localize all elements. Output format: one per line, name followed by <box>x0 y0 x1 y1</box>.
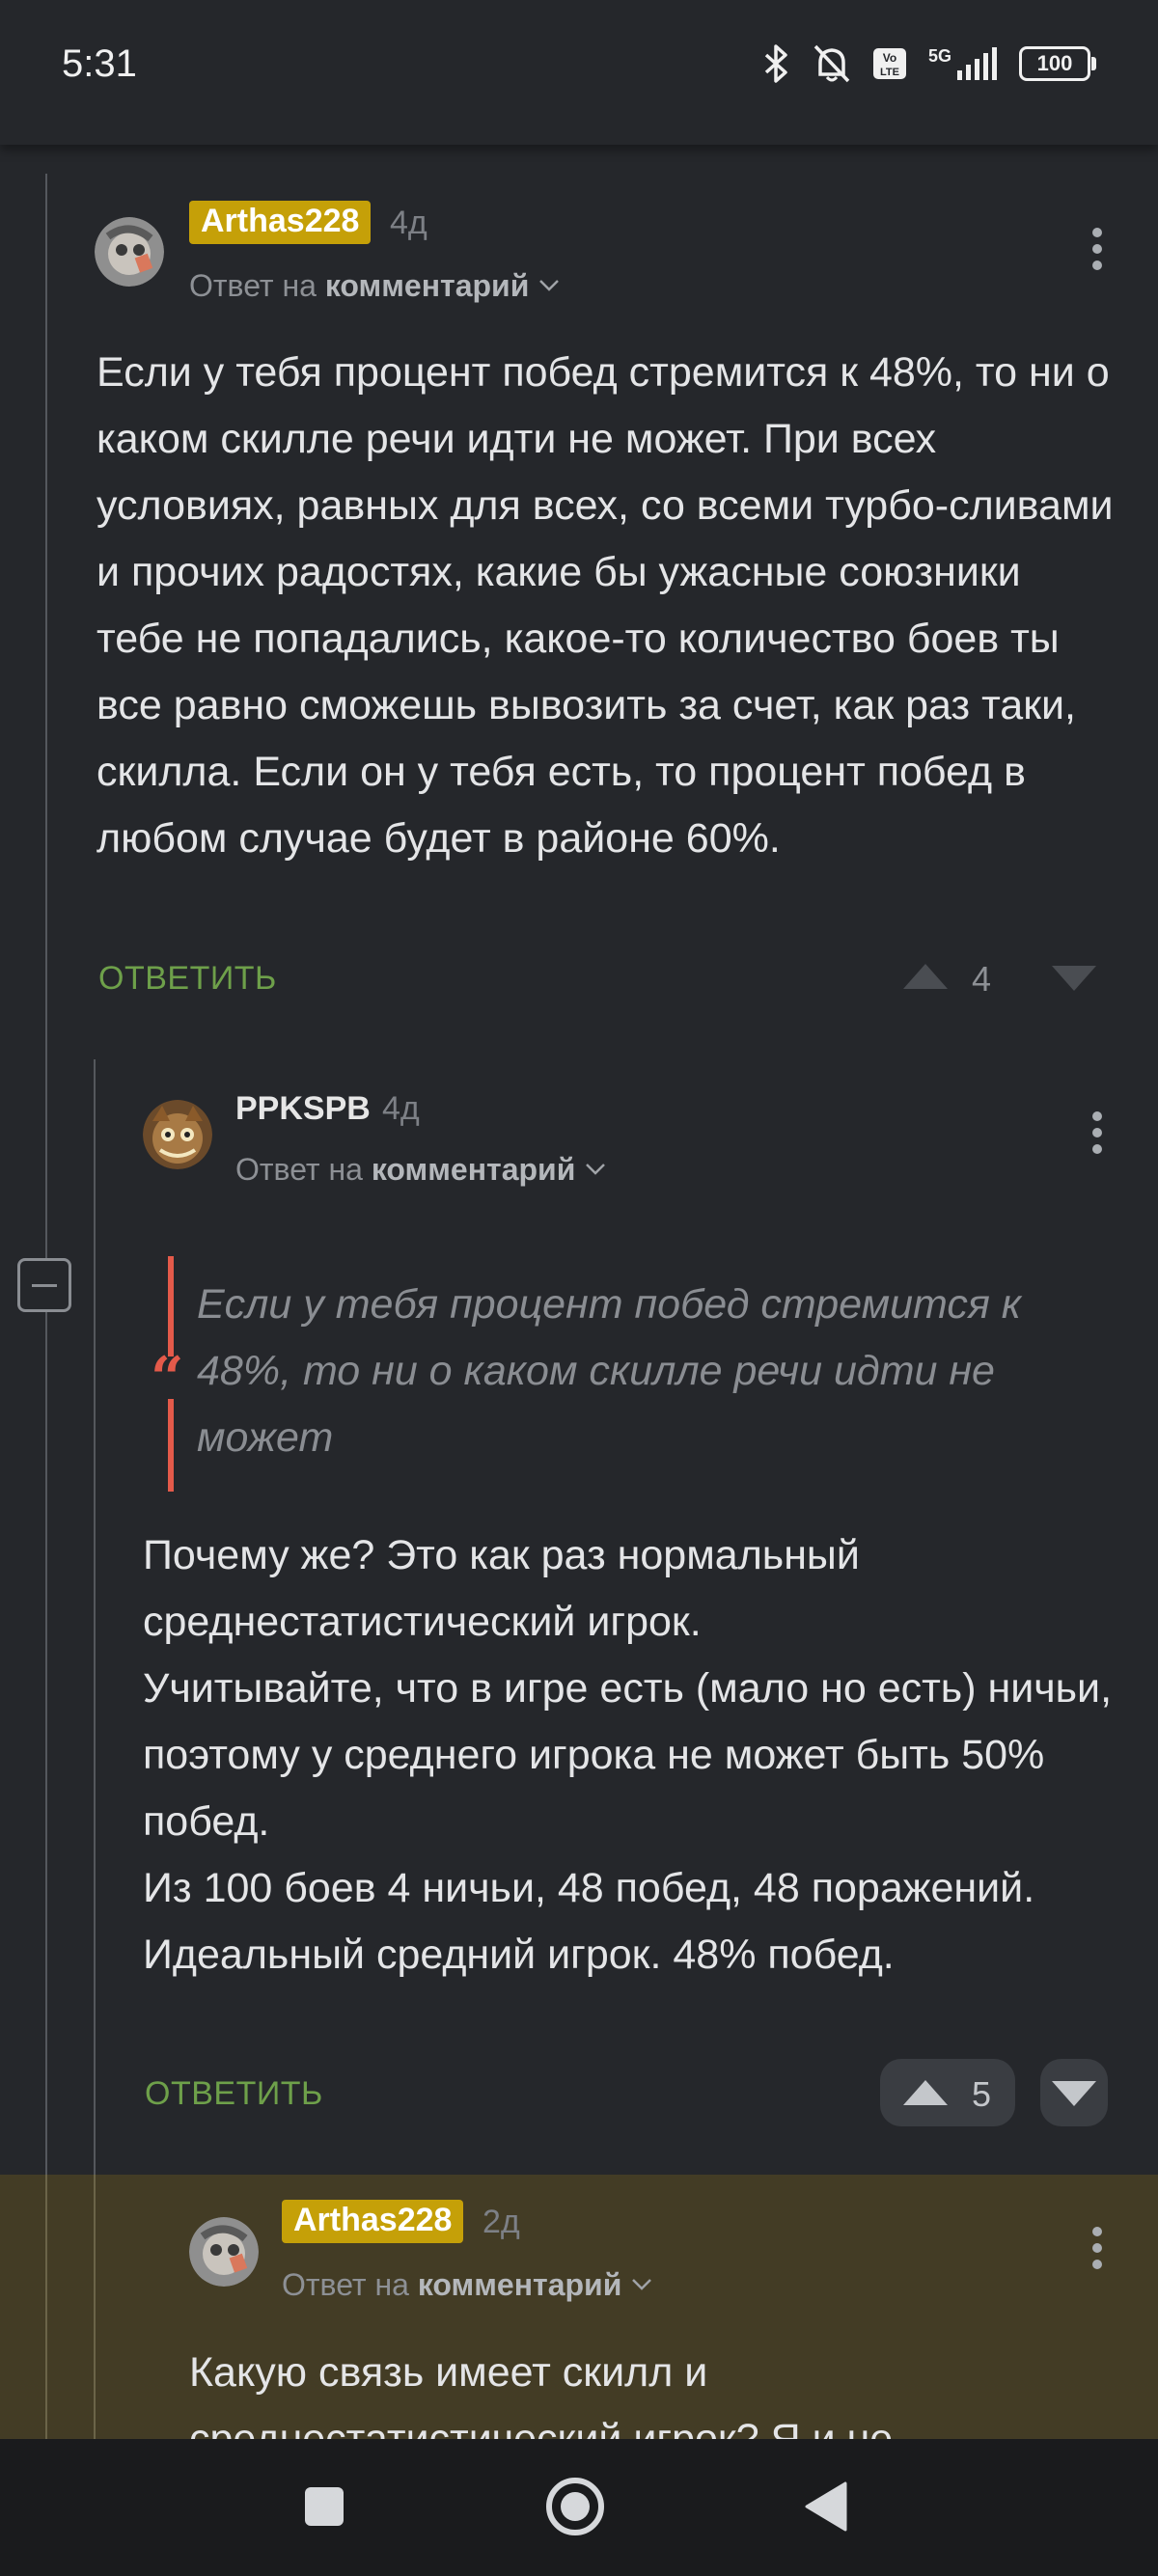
chevron-down-icon <box>585 1148 606 1184</box>
reply-button[interactable]: ОТВЕТИТЬ <box>145 2075 323 2113</box>
comment-paragraph: Какую связь имеет скилл и среднестатисти… <box>189 2349 894 2439</box>
avatar[interactable] <box>189 2217 259 2287</box>
comment-menu-button[interactable] <box>1090 2227 1104 2273</box>
quote-accent-bar <box>168 1256 174 1357</box>
volte-icon: Vo LTE <box>872 47 907 80</box>
comment-body: Почему же? Это как раз нормальный средне… <box>143 1522 1117 1988</box>
thread-line-level-1-hl <box>94 2175 96 2439</box>
vote-up-button[interactable] <box>903 964 948 994</box>
bell-off-icon <box>813 43 851 84</box>
comment-author[interactable]: Arthas228 <box>189 201 372 244</box>
comment-menu-button[interactable] <box>1090 228 1104 274</box>
navigation-bar <box>0 2439 1158 2576</box>
vote-up-button[interactable] <box>880 2059 1015 2126</box>
comment-paragraph: Если у тебя процент побед стремится к 48… <box>96 349 1114 862</box>
vote-count: 5 <box>972 2074 992 2114</box>
recents-square-icon[interactable] <box>286 2468 363 2545</box>
network-type: 5G <box>927 46 951 66</box>
thread-line-level-0-hl <box>45 2175 47 2439</box>
comment-author[interactable]: PPKSPB <box>235 1090 371 1128</box>
reply-to-target: комментарий <box>417 2267 622 2302</box>
thread-line-level-0 <box>45 174 47 1258</box>
back-triangle-icon[interactable] <box>787 2468 865 2545</box>
battery-indicator: 100 <box>1019 46 1096 81</box>
quote-text: Если у тебя процент побед стремится к 48… <box>197 1281 1022 1461</box>
comment-paragraph: Почему же? Это как раз нормальный средне… <box>143 1532 860 1645</box>
status-bar: 5:31 Vo LTE 5G 100 <box>0 0 1158 145</box>
chevron-down-icon <box>631 2263 652 2299</box>
reply-button[interactable]: ОТВЕТИТЬ <box>98 960 277 998</box>
comment-age: 2д <box>482 2204 520 2240</box>
reply-to-prefix: Ответ на <box>235 1152 363 1187</box>
svg-text:LTE: LTE <box>880 67 899 78</box>
status-time: 5:31 <box>62 42 137 85</box>
comment-author[interactable]: Arthas228 <box>282 2200 464 2243</box>
avatar[interactable] <box>95 217 164 287</box>
comment-paragraph: Учитывайте, что в игре есть (мало но ест… <box>143 1665 1113 1845</box>
home-circle-icon[interactable] <box>537 2468 614 2545</box>
quote-accent-bar <box>168 1399 174 1492</box>
reply-to-prefix: Ответ на <box>189 268 317 303</box>
vote-count: 4 <box>972 959 992 999</box>
svg-text:Vo: Vo <box>883 51 896 65</box>
vote-down-button[interactable] <box>1052 966 1096 996</box>
reply-to-prefix: Ответ на <box>282 2267 409 2302</box>
bluetooth-icon <box>762 44 791 83</box>
chevron-down-icon <box>538 264 560 300</box>
collapse-thread-button[interactable] <box>17 1258 71 1312</box>
comment-body: Если у тебя процент побед стремится к 48… <box>96 340 1119 872</box>
signal-5g-icon: 5G <box>928 47 998 80</box>
status-icons: Vo LTE 5G 100 <box>762 42 1096 85</box>
reply-to-target: комментарий <box>371 1152 576 1187</box>
comment-body: Какую связь имеет скилл и среднестатисти… <box>189 2340 1058 2439</box>
avatar[interactable] <box>143 1100 212 1169</box>
reply-to-link[interactable]: Ответ на комментарий <box>235 1148 606 1188</box>
reply-to-target: комментарий <box>324 268 530 303</box>
comment-age: 4д <box>390 205 427 241</box>
comment-menu-button[interactable] <box>1090 1111 1104 1158</box>
vote-down-button[interactable] <box>1040 2059 1108 2126</box>
reply-to-link[interactable]: Ответ на комментарий <box>189 264 560 304</box>
comment-age: 4д <box>382 1090 420 1127</box>
comment-paragraph: Из 100 боев 4 ничьи, 48 побед, 48 пораже… <box>143 1865 1035 1978</box>
reply-to-link[interactable]: Ответ на комментарий <box>282 2263 652 2303</box>
